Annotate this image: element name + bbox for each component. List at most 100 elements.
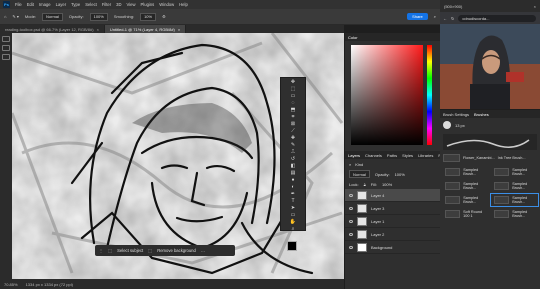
brush-icon[interactable]: ✎ [281, 141, 305, 148]
brush-size-field[interactable]: 13 px [455, 123, 465, 128]
tab-channels[interactable]: Channels [365, 153, 382, 158]
layer-opacity-field[interactable]: 100% [395, 172, 405, 177]
brush-item[interactable]: Flower_Kanambi... Ink Tree Brush... [440, 152, 540, 164]
menu-3d[interactable]: 3D [116, 2, 121, 7]
menu-type[interactable]: Type [71, 2, 80, 7]
eye-icon[interactable] [349, 245, 353, 249]
grip-icon[interactable]: ⋮ [99, 248, 103, 253]
history-brush-icon[interactable]: ↺ [281, 155, 305, 162]
stamp-icon[interactable]: ⎍ [281, 148, 305, 155]
brush-item[interactable]: Sampled Brush... [491, 166, 538, 178]
color-panel-tab[interactable]: Color [345, 33, 440, 41]
tab-paths[interactable]: Paths [387, 153, 397, 158]
gradient-icon[interactable]: ▤ [281, 169, 305, 176]
marquee-icon[interactable] [2, 45, 10, 51]
brush-item[interactable]: Sampled Brush... [442, 166, 489, 178]
brush-item[interactable]: Sampled Brush... [442, 180, 489, 192]
tab-styles[interactable]: Styles [402, 153, 413, 158]
photoshop-logo[interactable]: Ps [3, 1, 10, 8]
healing-icon[interactable]: ✚ [281, 134, 305, 141]
menu-edit[interactable]: Edit [27, 2, 34, 7]
hue-slider[interactable] [427, 45, 432, 145]
brush-item[interactable]: Sampled Brush... [442, 194, 489, 206]
tab-reading-toolbox[interactable]: reading-toolbox.psd @ 66.7% (Layer 12, R… [0, 25, 105, 33]
tab-libraries[interactable]: Libraries [418, 153, 433, 158]
search-icon[interactable]: ⌕ [434, 14, 436, 19]
opacity-field[interactable]: 100% [89, 12, 108, 21]
layer-row[interactable]: Layer 1 [345, 215, 440, 228]
path-select-icon[interactable]: ➤ [281, 204, 305, 211]
brush-item[interactable]: Sampled Brush... [491, 208, 538, 220]
color-picker[interactable] [345, 41, 440, 151]
remove-background-button[interactable]: Remove background [157, 248, 196, 253]
share-button[interactable]: Share [407, 13, 428, 20]
layer-row[interactable]: Layer 3 [345, 202, 440, 215]
move-icon[interactable]: ✥ [281, 78, 305, 85]
menu-help[interactable]: Help [179, 2, 188, 7]
brush-item[interactable]: Soft Round 100 1 [442, 208, 489, 220]
layer-row[interactable]: Layer 4 [345, 189, 440, 202]
gear-icon[interactable]: ⚙ [162, 14, 166, 19]
object-select-icon[interactable]: ⬒ [281, 106, 305, 113]
menu-window[interactable]: Window [159, 2, 174, 7]
hand-icon[interactable]: ✋ [281, 218, 305, 225]
back-icon[interactable]: ← [443, 16, 447, 21]
close-icon[interactable]: × [97, 27, 99, 32]
foreground-color[interactable] [287, 241, 297, 251]
menu-image[interactable]: Image [39, 2, 51, 7]
artboard-icon[interactable]: ⬚ [281, 85, 305, 92]
close-icon[interactable]: × [534, 4, 536, 9]
crop-icon[interactable]: ⌗ [281, 113, 305, 120]
menu-file[interactable]: File [15, 2, 22, 7]
eyedropper-icon[interactable]: ⟋ [281, 127, 305, 134]
brush-item[interactable]: Sampled Brush... [491, 180, 538, 192]
frame-icon[interactable]: ⊠ [281, 120, 305, 127]
select-subject-button[interactable]: Select subject [117, 248, 143, 253]
smoothing-field[interactable]: 10% [140, 12, 157, 21]
type-icon[interactable]: T [281, 197, 305, 204]
home-icon[interactable]: ⌂ [4, 14, 6, 19]
zoom-level[interactable]: 70.85% [4, 282, 18, 287]
shape-icon[interactable]: ▭ [281, 211, 305, 218]
color-swatches[interactable] [281, 239, 305, 261]
menu-select[interactable]: Select [85, 2, 97, 7]
brush-preset-icon[interactable]: ✎ ▾ [12, 14, 18, 19]
eye-icon[interactable] [349, 206, 353, 210]
url-field[interactable]: cdnudiscorda... [458, 14, 536, 22]
browser-tab[interactable]: (500×900) × [440, 0, 540, 12]
menu-filter[interactable]: Filter [102, 2, 111, 7]
refresh-icon[interactable]: ↻ [451, 16, 454, 21]
pen-icon[interactable]: ✒ [281, 190, 305, 197]
tab-untitled-1[interactable]: Untitled-1 @ 71% (Layer 4, RGB/8#) × [104, 25, 187, 33]
brush-item[interactable]: Sampled Brush... [490, 193, 539, 207]
search-icon[interactable]: ⌕ [349, 162, 351, 167]
lasso-icon[interactable] [2, 54, 10, 60]
eye-icon[interactable] [349, 232, 353, 236]
color-field[interactable] [351, 45, 423, 145]
tab-brushes[interactable]: Brushes [474, 112, 489, 117]
menu-plugins[interactable]: Plugins [141, 2, 155, 7]
blur-icon[interactable]: ● [281, 176, 305, 183]
close-icon[interactable]: × [178, 27, 180, 32]
kind-filter[interactable]: Kind [355, 162, 363, 167]
layer-row[interactable]: Background [345, 241, 440, 254]
mode-select[interactable]: Normal [42, 12, 63, 21]
eraser-icon[interactable]: ◧ [281, 162, 305, 169]
blend-mode-select[interactable]: Normal [349, 170, 370, 178]
eye-icon[interactable] [349, 219, 353, 223]
zoom-icon[interactable]: ⌕ [281, 225, 305, 232]
layer-row[interactable]: Layer 2 [345, 228, 440, 241]
lock-icon[interactable]: 🔒︎ [364, 182, 366, 187]
tab-layers[interactable]: Layers [348, 153, 360, 158]
menu-layer[interactable]: Layer [56, 2, 66, 7]
more-icon[interactable]: … [281, 232, 305, 239]
lasso-icon[interactable]: ◌ [281, 99, 305, 106]
fill-field[interactable]: 100% [382, 182, 392, 187]
move-icon[interactable] [2, 36, 10, 42]
dodge-icon[interactable]: ◐ [281, 183, 305, 190]
more-options-icon[interactable]: … [201, 248, 205, 253]
marquee-icon[interactable]: ▭ [281, 92, 305, 99]
menu-view[interactable]: View [127, 2, 136, 7]
eye-icon[interactable] [349, 193, 353, 197]
tab-brush-settings[interactable]: Brush Settings [443, 112, 469, 117]
